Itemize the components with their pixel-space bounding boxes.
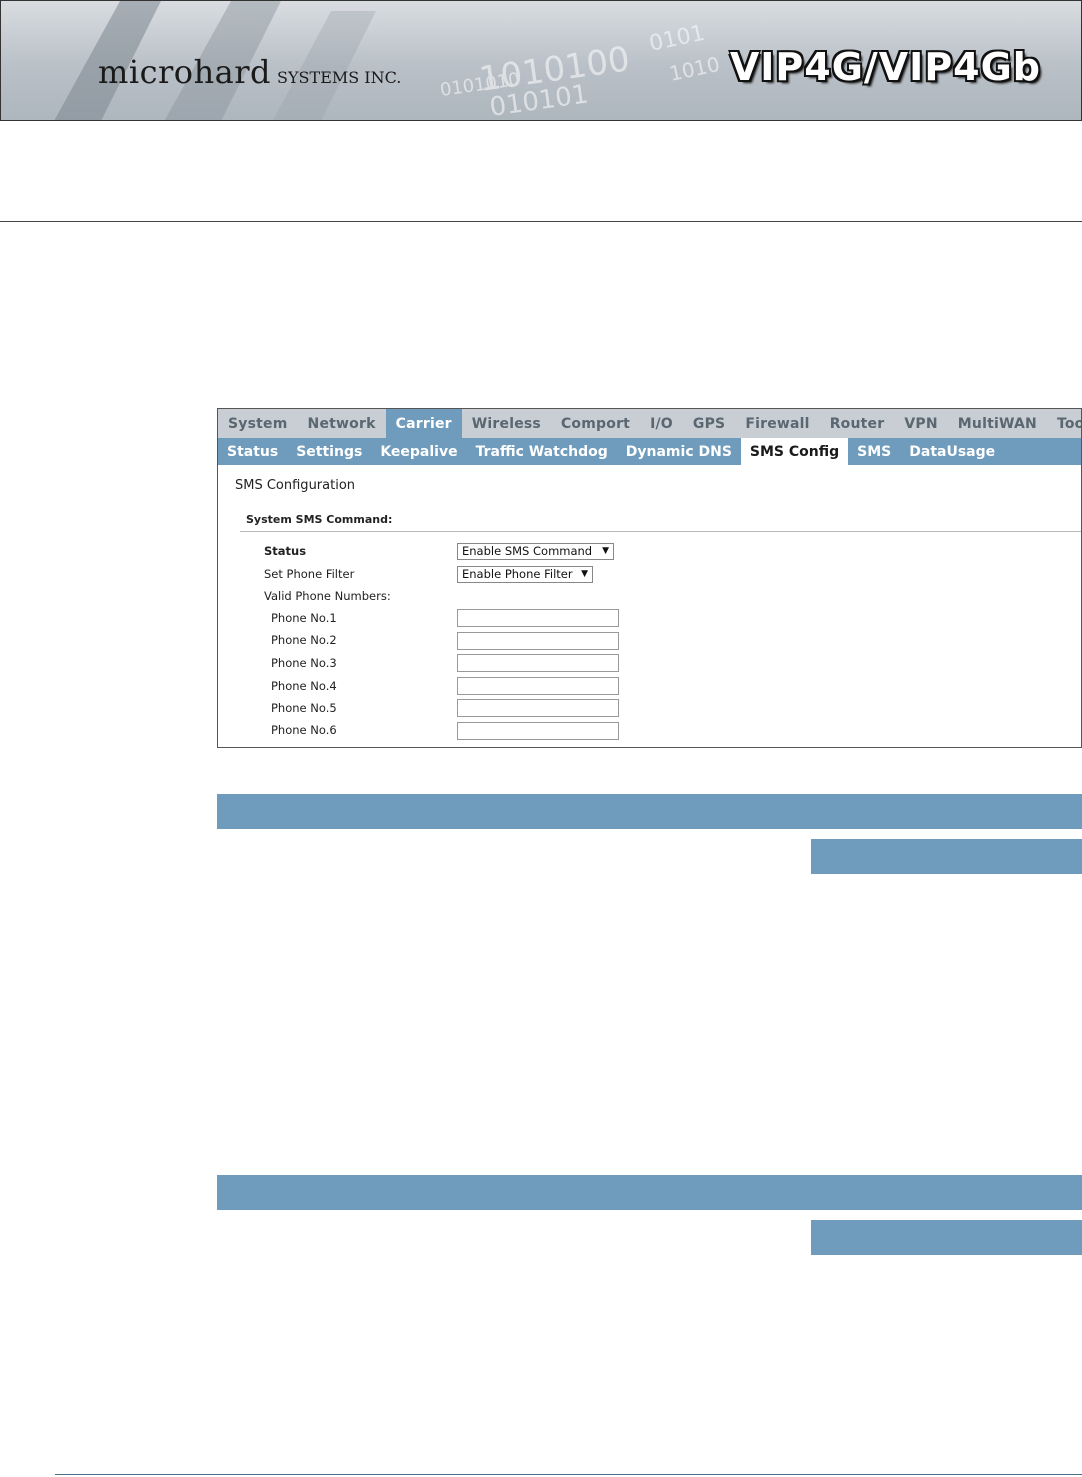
phone-5-input[interactable] <box>457 699 619 717</box>
valid-numbers-label: Valid Phone Numbers: <box>264 589 391 603</box>
tab-firewall[interactable]: Firewall <box>735 409 819 438</box>
tab-router[interactable]: Router <box>820 409 895 438</box>
subtab-dynamic-dns[interactable]: Dynamic DNS <box>617 438 741 465</box>
subtab-traffic-watchdog[interactable]: Traffic Watchdog <box>467 438 617 465</box>
svg-text:0101: 0101 <box>647 21 707 57</box>
sms-config-screenshot: System Network Carrier Wireless Comport I/O GP… <box>217 408 1082 748</box>
sub-nav: Status Settings Keepalive Traffic Watchdog D… <box>218 438 1081 465</box>
phone-3-label: Phone No.3 <box>271 656 337 670</box>
tab-i-o[interactable]: I/O <box>640 409 683 438</box>
dropdown-arrow-icon: ▼ <box>602 546 609 556</box>
header-divider <box>0 221 1082 222</box>
table-header-bar-1 <box>217 794 1082 829</box>
phone-1-input[interactable] <box>457 609 619 627</box>
phone-4-label: Phone No.4 <box>271 679 337 693</box>
table-value-bar-2 <box>811 1220 1082 1255</box>
subtab-settings[interactable]: Settings <box>287 438 371 465</box>
brand-suffix: SYSTEMS INC. <box>277 68 402 87</box>
phone-6-label: Phone No.6 <box>271 723 337 737</box>
phone-1-label: Phone No.1 <box>271 611 337 625</box>
main-nav: System Network Carrier Wireless Comport I/O GP… <box>218 409 1081 438</box>
phone-2-input[interactable] <box>457 632 619 650</box>
table-header-bar-2 <box>217 1175 1082 1210</box>
phone-6-input[interactable] <box>457 722 619 740</box>
tab-comport[interactable]: Comport <box>551 409 640 438</box>
tab-tools[interactable]: Tools <box>1047 409 1081 438</box>
tab-gps[interactable]: GPS <box>683 409 735 438</box>
subtab-status[interactable]: Status <box>218 438 287 465</box>
status-label: Status <box>264 544 307 558</box>
phone-filter-select[interactable]: Enable Phone Filter ▼ <box>457 566 593 583</box>
tab-carrier[interactable]: Carrier <box>385 409 462 438</box>
header-banner: 0101010 1010100 010101 0101 1010 microha… <box>0 0 1082 121</box>
dropdown-arrow-icon: ▼ <box>581 569 588 579</box>
tab-system[interactable]: System <box>218 409 298 438</box>
subtab-sms[interactable]: SMS <box>848 438 900 465</box>
phone-filter-label: Set Phone Filter <box>264 567 355 581</box>
tab-multiwan[interactable]: MultiWAN <box>948 409 1047 438</box>
subtab-datausage[interactable]: DataUsage <box>900 438 1004 465</box>
phone-filter-select-value: Enable Phone Filter <box>462 567 573 581</box>
phone-2-label: Phone No.2 <box>271 633 337 647</box>
status-select[interactable]: Enable SMS Command ▼ <box>457 543 614 560</box>
phone-3-input[interactable] <box>457 654 619 672</box>
brand-name: microhard <box>98 53 272 91</box>
tab-vpn[interactable]: VPN <box>894 409 947 438</box>
tab-wireless[interactable]: Wireless <box>462 409 551 438</box>
svg-text:1010: 1010 <box>667 52 722 86</box>
phone-5-label: Phone No.5 <box>271 701 337 715</box>
footer-divider <box>55 1474 1082 1475</box>
subtab-sms-config[interactable]: SMS Config <box>740 438 849 465</box>
subtab-keepalive[interactable]: Keepalive <box>371 438 466 465</box>
config-title: SMS Configuration <box>235 478 356 493</box>
table-value-bar-1 <box>811 839 1082 874</box>
product-title: VIP4G/VIP4Gb <box>729 45 1041 89</box>
brand-logo: microhard SYSTEMS INC. <box>98 53 401 91</box>
tab-network[interactable]: Network <box>298 409 386 438</box>
section-title: System SMS Command: <box>246 513 393 526</box>
section-divider <box>240 531 1081 532</box>
phone-4-input[interactable] <box>457 677 619 695</box>
status-select-value: Enable SMS Command <box>462 544 593 558</box>
